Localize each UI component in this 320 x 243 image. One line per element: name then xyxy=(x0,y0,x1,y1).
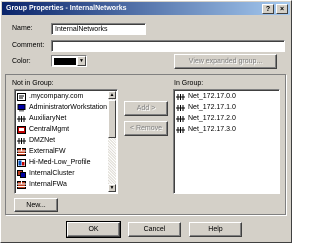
color-swatch xyxy=(54,58,76,65)
list-item[interactable]: InternalCluster xyxy=(15,168,107,179)
list-item-label: AdministratorWorkstation xyxy=(29,104,108,111)
list-item-label: Net_172.17.2.0 xyxy=(188,115,236,122)
network-icon xyxy=(17,137,29,145)
not-in-group-label: Not in Group: xyxy=(12,80,54,87)
in-group-label: In Group: xyxy=(174,80,204,87)
comment-label: Comment: xyxy=(12,42,45,49)
comment-field[interactable] xyxy=(51,40,285,52)
scroll-up-arrow-icon[interactable]: ▲ xyxy=(108,91,116,99)
workstation-icon xyxy=(17,103,29,112)
list-item[interactable]: Net_172.17.0.0 xyxy=(174,91,279,102)
list-item-label: Net_172.17.0.0 xyxy=(188,93,236,100)
help-button[interactable]: Help xyxy=(189,222,242,237)
list-item[interactable]: Net_172.17.3.0 xyxy=(174,124,279,135)
network-icon xyxy=(176,93,188,101)
network-icon xyxy=(176,115,188,123)
view-expanded-group-button[interactable]: View expanded group... xyxy=(174,54,277,69)
color-label: Color: xyxy=(12,58,31,65)
list-item-label: AuxiliaryNet xyxy=(29,115,67,122)
list-item[interactable]: Net_172.17.2.0 xyxy=(174,113,279,124)
list-item[interactable]: AuxiliaryNet xyxy=(15,113,107,124)
add-button[interactable]: Add > xyxy=(124,101,168,116)
scrollbar-thumb[interactable] xyxy=(108,100,116,138)
in-group-list[interactable]: Net_172.17.0.0 Net_172.17.1.0 Net_172.17.2… xyxy=(173,89,280,194)
domain-icon xyxy=(17,92,29,101)
list-item[interactable]: Hi-Med-Low_Profile xyxy=(15,157,107,168)
list-item[interactable]: InternalFWa xyxy=(15,179,107,190)
ok-button[interactable]: OK xyxy=(66,221,121,238)
cancel-button[interactable]: Cancel xyxy=(128,222,181,237)
list-item[interactable]: ExternalFW xyxy=(15,146,107,157)
network-icon xyxy=(176,104,188,112)
window-title: Group Properties - InternalNetworks xyxy=(6,5,127,12)
list-item-label: Net_172.17.3.0 xyxy=(188,126,236,133)
list-item-label: DMZNet xyxy=(29,137,56,144)
profile-icon xyxy=(17,158,29,167)
list-item-label: CentralMgmt xyxy=(29,126,70,133)
management-icon xyxy=(17,125,29,134)
list-item[interactable]: Net_172.17.1.0 xyxy=(174,102,279,113)
firewall-icon xyxy=(17,147,29,156)
list-item-label: .mycompany.com xyxy=(29,93,84,100)
title-bar: Group Properties - InternalNetworks ? × xyxy=(2,2,290,15)
name-field[interactable]: InternalNetworks xyxy=(51,23,146,35)
list-item-label: Hi-Med-Low_Profile xyxy=(29,159,91,166)
list-item-label: InternalFWa xyxy=(29,181,67,188)
list-item-label: Net_172.17.1.0 xyxy=(188,104,236,111)
list-item-label: InternalCluster xyxy=(29,170,75,177)
list-item[interactable]: AdministratorWorkstation xyxy=(15,102,107,113)
group-properties-dialog: Group Properties - InternalNetworks ? × … xyxy=(0,0,292,243)
firewall-icon xyxy=(17,180,29,189)
list-item[interactable]: .mycompany.com xyxy=(15,91,107,102)
remove-button[interactable]: < Remove xyxy=(124,121,168,136)
new-button[interactable]: New... xyxy=(14,198,58,212)
chevron-down-icon[interactable]: ▼ xyxy=(77,56,86,66)
scrollbar[interactable]: ▲ ▼ xyxy=(108,91,116,192)
list-item[interactable]: CentralMgmt xyxy=(15,124,107,135)
list-item[interactable]: DMZNet xyxy=(15,135,107,146)
not-in-group-list[interactable]: .mycompany.com AdministratorWorkstation Au… xyxy=(14,89,118,194)
name-label: Name: xyxy=(12,25,33,32)
help-title-button[interactable]: ? xyxy=(262,4,274,14)
close-button[interactable]: × xyxy=(276,4,288,14)
cluster-icon xyxy=(17,169,29,178)
network-icon xyxy=(17,115,29,123)
list-item-label: ExternalFW xyxy=(29,148,66,155)
network-icon xyxy=(176,126,188,134)
scroll-down-arrow-icon[interactable]: ▼ xyxy=(108,184,116,192)
color-select[interactable]: ▼ xyxy=(51,55,87,67)
